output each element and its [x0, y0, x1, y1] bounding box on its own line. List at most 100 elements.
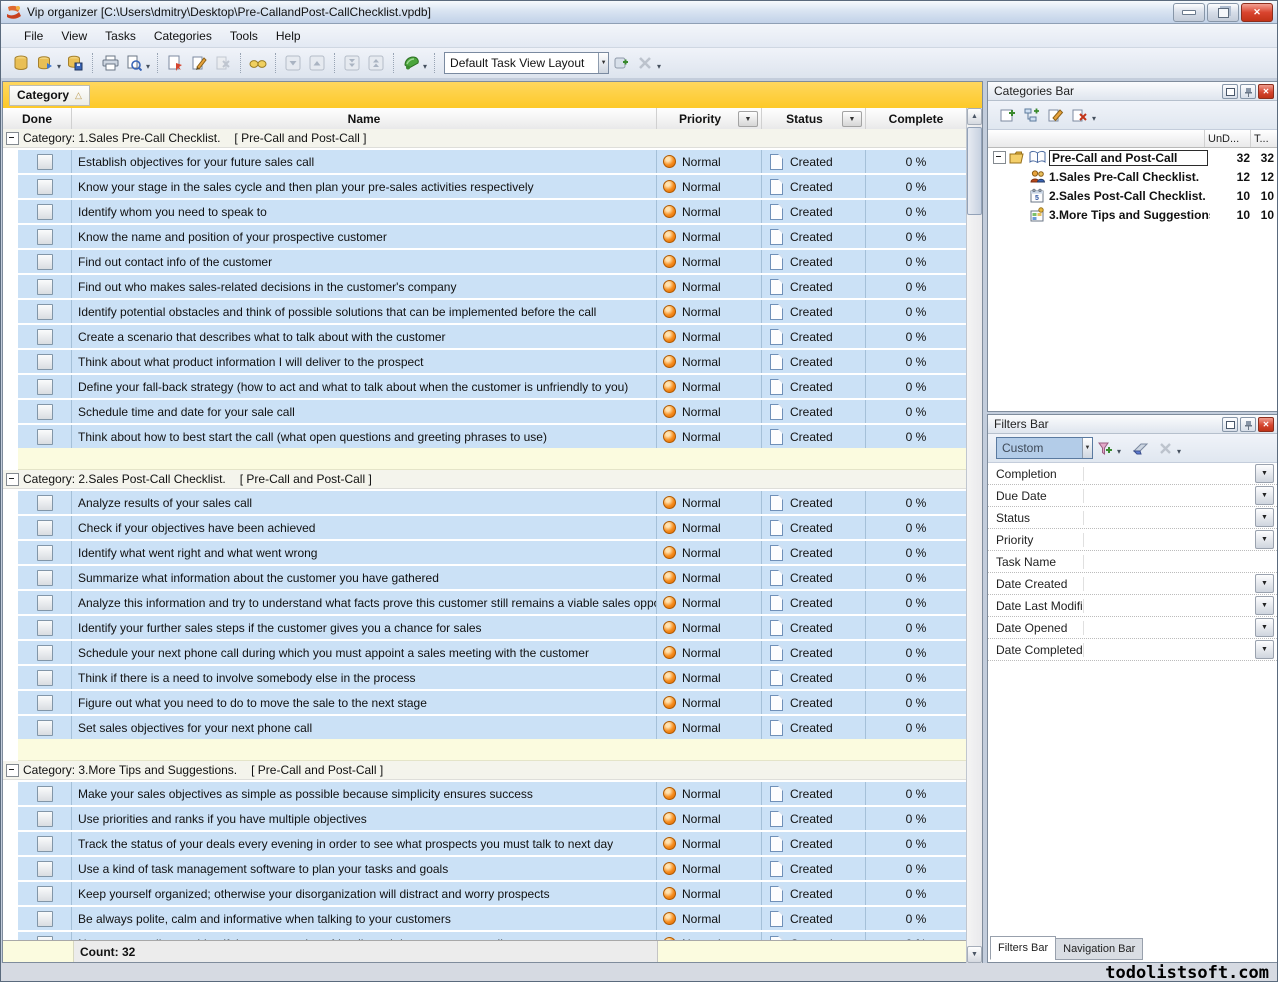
filter-dropdown-icon[interactable]: ▼: [1255, 486, 1274, 505]
task-checkbox[interactable]: [37, 279, 53, 295]
task-row[interactable]: Create a scenario that describes what to…: [18, 325, 967, 348]
layout-combobox-dropdown-icon[interactable]: ▼: [598, 53, 608, 73]
task-checkbox[interactable]: [37, 570, 53, 586]
task-row[interactable]: Track the status of your deals every eve…: [18, 832, 967, 855]
categories-toolbar-overflow-icon[interactable]: ▾: [1092, 114, 1096, 123]
task-row[interactable]: Be always polite, calm and informative w…: [18, 907, 967, 930]
new-subcategory-icon[interactable]: [1020, 104, 1044, 126]
task-row[interactable]: Figure out what you need to do to move t…: [18, 691, 967, 714]
task-checkbox[interactable]: [37, 720, 53, 736]
filter-dropdown-icon[interactable]: ▼: [1255, 618, 1274, 637]
task-checkbox[interactable]: [37, 304, 53, 320]
print-preview-icon[interactable]: [122, 52, 146, 74]
menu-view[interactable]: View: [52, 26, 96, 46]
group-by-category-button[interactable]: Category △: [9, 85, 90, 106]
column-header-status[interactable]: Status▼: [762, 108, 866, 129]
open-database-icon[interactable]: [33, 52, 57, 74]
column-header-done[interactable]: Done: [3, 108, 72, 129]
task-row[interactable]: Find out who makes sales-related decisio…: [18, 275, 967, 298]
toolbar-overflow-icon[interactable]: ▾: [657, 62, 661, 71]
filters-toolbar-overflow-icon[interactable]: ▾: [1177, 447, 1181, 456]
tree-column-total[interactable]: T...: [1251, 130, 1277, 147]
categories-bar-pin-icon[interactable]: [1240, 84, 1256, 99]
clear-filter-icon[interactable]: [1129, 437, 1153, 459]
filter-preset-dropdown-icon[interactable]: ▼: [1082, 438, 1092, 458]
filter-preset-combobox[interactable]: Custom ▼: [996, 437, 1093, 459]
column-header-name[interactable]: Name: [72, 108, 657, 129]
delete-layout-icon[interactable]: [633, 52, 657, 74]
task-checkbox[interactable]: [37, 379, 53, 395]
edit-category-icon[interactable]: [1044, 104, 1068, 126]
task-checkbox[interactable]: [37, 886, 53, 902]
category-group-header[interactable]: Category: 2.Sales Post-Call Checklist.[ …: [3, 470, 967, 489]
task-checkbox[interactable]: [37, 495, 53, 511]
task-row[interactable]: Find out contact info of the customerNor…: [18, 250, 967, 273]
task-row[interactable]: Use a kind of task management software t…: [18, 857, 967, 880]
task-row[interactable]: Analyze results of your sales callNormal…: [18, 491, 967, 514]
task-checkbox[interactable]: [37, 404, 53, 420]
restore-button[interactable]: [1207, 3, 1239, 22]
menu-tasks[interactable]: Tasks: [96, 26, 145, 46]
new-database-icon[interactable]: [9, 52, 33, 74]
task-row[interactable]: Identify whom you need to speak toNormal…: [18, 200, 967, 223]
task-row[interactable]: Set sales objectives for your next phone…: [18, 716, 967, 739]
scroll-down-icon[interactable]: ▼: [967, 946, 982, 963]
tab-navigation-bar[interactable]: Navigation Bar: [1055, 938, 1143, 960]
delete-category-icon[interactable]: [1068, 104, 1092, 126]
minimize-button[interactable]: [1173, 3, 1205, 22]
delete-filter-icon[interactable]: [1153, 437, 1177, 459]
task-row[interactable]: Know the name and position of your prosp…: [18, 225, 967, 248]
move-down-icon[interactable]: [281, 52, 305, 74]
task-row[interactable]: Identify what went right and what went w…: [18, 541, 967, 564]
move-top-icon[interactable]: [364, 52, 388, 74]
menu-file[interactable]: File: [15, 26, 52, 46]
category-tree-item[interactable]: 1.Sales Pre-Call Checklist.1212: [988, 167, 1277, 186]
filter-dropdown-icon[interactable]: ▼: [1255, 640, 1274, 659]
task-row[interactable]: Schedule your next phone call during whi…: [18, 641, 967, 664]
task-row[interactable]: Keep yourself organized; otherwise your …: [18, 882, 967, 905]
filter-dropdown-icon[interactable]: ▼: [1255, 508, 1274, 527]
filters-bar-restore-icon[interactable]: [1222, 417, 1238, 432]
category-group-header[interactable]: Category: 3.More Tips and Suggestions.[ …: [3, 761, 967, 780]
task-row[interactable]: Identify your further sales steps if the…: [18, 616, 967, 639]
notifications-dropdown-icon[interactable]: ▾: [423, 62, 427, 71]
task-checkbox[interactable]: [37, 204, 53, 220]
priority-filter-dropdown-icon[interactable]: ▼: [738, 111, 758, 127]
filter-dropdown-icon[interactable]: ▼: [1255, 596, 1274, 615]
print-icon[interactable]: [98, 52, 122, 74]
close-button[interactable]: ✕: [1241, 3, 1273, 22]
category-tree-item[interactable]: 3.More Tips and Suggestions1010: [988, 205, 1277, 224]
categories-bar-restore-icon[interactable]: [1222, 84, 1238, 99]
task-row[interactable]: Identify potential obstacles and think o…: [18, 300, 967, 323]
edit-task-icon[interactable]: [187, 52, 211, 74]
menu-tools[interactable]: Tools: [221, 26, 267, 46]
task-checkbox[interactable]: [37, 520, 53, 536]
new-task-icon[interactable]: [163, 52, 187, 74]
filters-bar-close-icon[interactable]: ✕: [1258, 417, 1274, 432]
save-database-icon[interactable]: [63, 52, 87, 74]
collapse-group-icon[interactable]: [6, 473, 19, 486]
collapse-group-icon[interactable]: [6, 764, 19, 777]
view-tasks-icon[interactable]: [246, 52, 270, 74]
apply-filter-icon[interactable]: [1093, 437, 1117, 459]
task-row[interactable]: Use priorities and ranks if you have mul…: [18, 807, 967, 830]
column-header-complete[interactable]: Complete: [866, 108, 966, 129]
task-row[interactable]: Schedule time and date for your sale cal…: [18, 400, 967, 423]
filters-bar-pin-icon[interactable]: [1240, 417, 1256, 432]
task-checkbox[interactable]: [37, 695, 53, 711]
scrollbar-thumb[interactable]: [967, 127, 982, 215]
task-row[interactable]: Summarize what information about the cus…: [18, 566, 967, 589]
tab-filters-bar[interactable]: Filters Bar: [990, 936, 1056, 960]
task-row[interactable]: Think if there is a need to involve some…: [18, 666, 967, 689]
delete-task-icon[interactable]: [211, 52, 235, 74]
task-checkbox[interactable]: [37, 179, 53, 195]
category-tree-item[interactable]: Pre-Call and Post-Call3232: [988, 148, 1277, 167]
vertical-scrollbar[interactable]: ▲ ▼: [966, 108, 982, 963]
task-checkbox[interactable]: [37, 811, 53, 827]
menu-help[interactable]: Help: [267, 26, 310, 46]
task-row[interactable]: Analyze this information and try to unde…: [18, 591, 967, 614]
task-checkbox[interactable]: [37, 861, 53, 877]
task-checkbox[interactable]: [37, 620, 53, 636]
save-layout-icon[interactable]: [609, 52, 633, 74]
print-preview-dropdown-icon[interactable]: ▾: [146, 62, 150, 71]
